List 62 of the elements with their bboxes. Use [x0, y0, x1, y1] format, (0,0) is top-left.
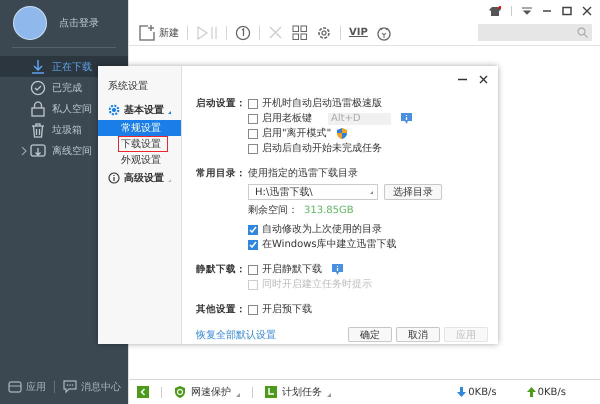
- nav-subitem[interactable]: 外观设置: [98, 152, 181, 168]
- dropdown-menu-icon[interactable]: [522, 7, 532, 15]
- checkbox-option[interactable]: 开机时自动启动迅雷极速版: [248, 96, 382, 111]
- section-label: 启动设置：: [196, 96, 246, 111]
- close-icon[interactable]: [582, 6, 592, 16]
- status-item[interactable]: 计划任务: [265, 385, 331, 399]
- section-label: 静默下载：: [196, 263, 246, 277]
- chat-icon: [63, 380, 77, 394]
- gear-icon: [108, 104, 120, 116]
- checkbox-option[interactable]: 启动后自动开始未完成任务: [248, 141, 382, 156]
- vip-button[interactable]: VIP: [349, 27, 368, 38]
- info-icon[interactable]: [332, 264, 343, 275]
- check-circle-icon: [30, 80, 46, 96]
- app-icon: [8, 380, 22, 394]
- footer-item[interactable]: 应用: [8, 380, 46, 394]
- maximize-icon[interactable]: [562, 6, 572, 16]
- trash-icon: [30, 122, 46, 138]
- status-item[interactable]: 网速保护: [174, 385, 240, 399]
- grid-icon[interactable]: [292, 24, 308, 40]
- checkbox-option[interactable]: 自动修改为上次使用的目录: [248, 222, 382, 237]
- nav-group[interactable]: 基本设置: [98, 100, 181, 120]
- shield-icon: [174, 386, 186, 398]
- choose-directory-button[interactable]: 选择目录: [384, 184, 442, 200]
- download-icon: [30, 58, 46, 74]
- settings-icon[interactable]: [316, 24, 332, 40]
- search-field[interactable]: [478, 24, 592, 41]
- nav-subitem[interactable]: 常规设置: [98, 120, 181, 136]
- info-icon[interactable]: [401, 113, 412, 124]
- collapse-icon[interactable]: [137, 386, 149, 398]
- free-space-value: 313.85GB: [304, 204, 354, 218]
- free-space-label: 剩余空间：: [248, 204, 298, 218]
- schedule-icon: [265, 386, 277, 398]
- directory-description: 使用指定的迅雷下载目录: [248, 166, 358, 181]
- directory-dropdown[interactable]: H:\迅雷下载\: [248, 184, 378, 200]
- checkbox-option[interactable]: 在Windows库中建立迅雷下载: [248, 237, 397, 252]
- section-label: 其他设置：: [196, 303, 246, 317]
- section-label: 常用目录：: [196, 167, 246, 181]
- avatar[interactable]: [13, 6, 47, 40]
- footer-item[interactable]: 消息中心: [63, 380, 121, 394]
- nav-group[interactable]: 高级设置: [98, 168, 181, 188]
- checkbox-option[interactable]: 开启静默下载: [248, 262, 322, 277]
- close-icon[interactable]: [479, 75, 488, 84]
- chevron-right-icon[interactable]: [21, 146, 27, 154]
- tray-download-icon: [30, 142, 46, 158]
- restore-defaults-link[interactable]: 恢复全部默认设置: [196, 328, 276, 342]
- new-task-button[interactable]: 新建: [139, 24, 179, 40]
- arrow-down-icon: [457, 387, 466, 397]
- shirt-icon[interactable]: [489, 6, 501, 16]
- add-file-icon: [139, 24, 155, 40]
- checkbox-option[interactable]: 启用老板键: [248, 111, 312, 126]
- download-speed: 0KB/s: [457, 386, 497, 398]
- arrow-up-icon: [526, 387, 536, 397]
- dialog-button[interactable]: 确定: [348, 327, 392, 342]
- search-icon: [577, 27, 588, 38]
- dialog-title: 系统设置: [107, 80, 149, 94]
- checkbox-option[interactable]: 启用"离开模式": [248, 126, 332, 141]
- dialog-button[interactable]: 取消: [396, 327, 440, 342]
- checkbox-option[interactable]: 开启预下载: [248, 302, 312, 317]
- lock-icon: [30, 100, 46, 116]
- login-link[interactable]: 点击登录: [59, 16, 99, 30]
- upload-speed: 0KB/s: [526, 386, 566, 398]
- info-icon: [108, 172, 120, 184]
